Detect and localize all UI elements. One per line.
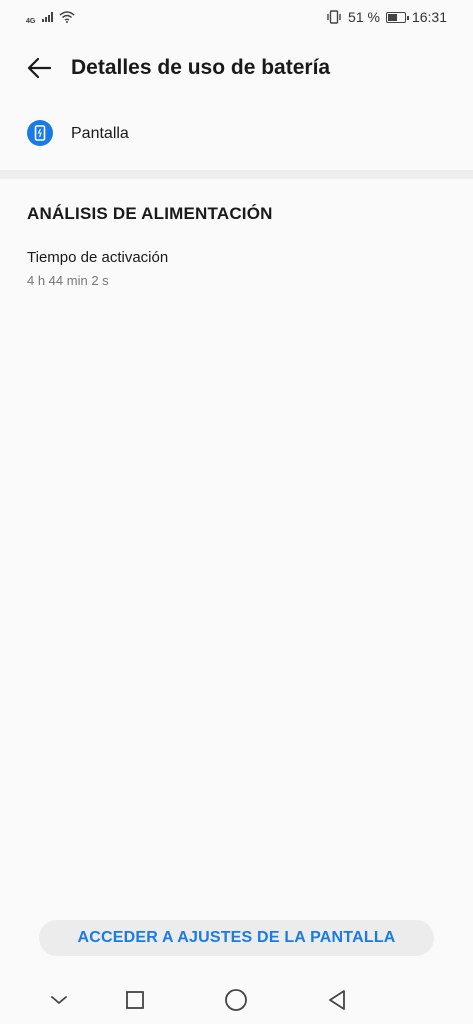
battery-details-screen: 4G 51 % 16:31 Detalles de uso de batería… (0, 0, 473, 1024)
battery-percent: 51 % (348, 9, 380, 25)
vibrate-icon (327, 10, 341, 24)
signal-icon (42, 12, 54, 22)
screen-icon (27, 120, 53, 146)
metric-value: 4 h 44 min 2 s (27, 273, 109, 288)
status-bar: 4G 51 % 16:31 (0, 0, 473, 34)
back-icon[interactable] (323, 986, 351, 1014)
page-title: Detalles de uso de batería (71, 56, 331, 79)
status-left: 4G (26, 9, 75, 25)
battery-icon (385, 11, 409, 23)
wifi-icon (59, 11, 75, 23)
recents-icon[interactable] (121, 986, 149, 1014)
chevron-down-icon[interactable] (45, 986, 73, 1014)
app-row: Pantalla (0, 112, 473, 156)
section-divider (0, 170, 473, 179)
metric-label: Tiempo de activación (27, 249, 169, 266)
title-bar: Detalles de uso de batería (0, 40, 473, 96)
open-screen-settings-button[interactable]: ACCEDER A AJUSTES DE LA PANTALLA (39, 920, 434, 956)
navigation-bar (0, 976, 473, 1024)
back-arrow-icon[interactable] (26, 56, 52, 80)
network-label: 4G (26, 18, 36, 25)
clock: 16:31 (411, 9, 447, 25)
section-title: ANÁLISIS DE ALIMENTACIÓN (27, 204, 273, 223)
home-icon[interactable] (222, 986, 250, 1014)
battery-fill (387, 13, 398, 21)
status-right: 51 % 16:31 (326, 9, 447, 25)
app-label: Pantalla (71, 125, 129, 142)
